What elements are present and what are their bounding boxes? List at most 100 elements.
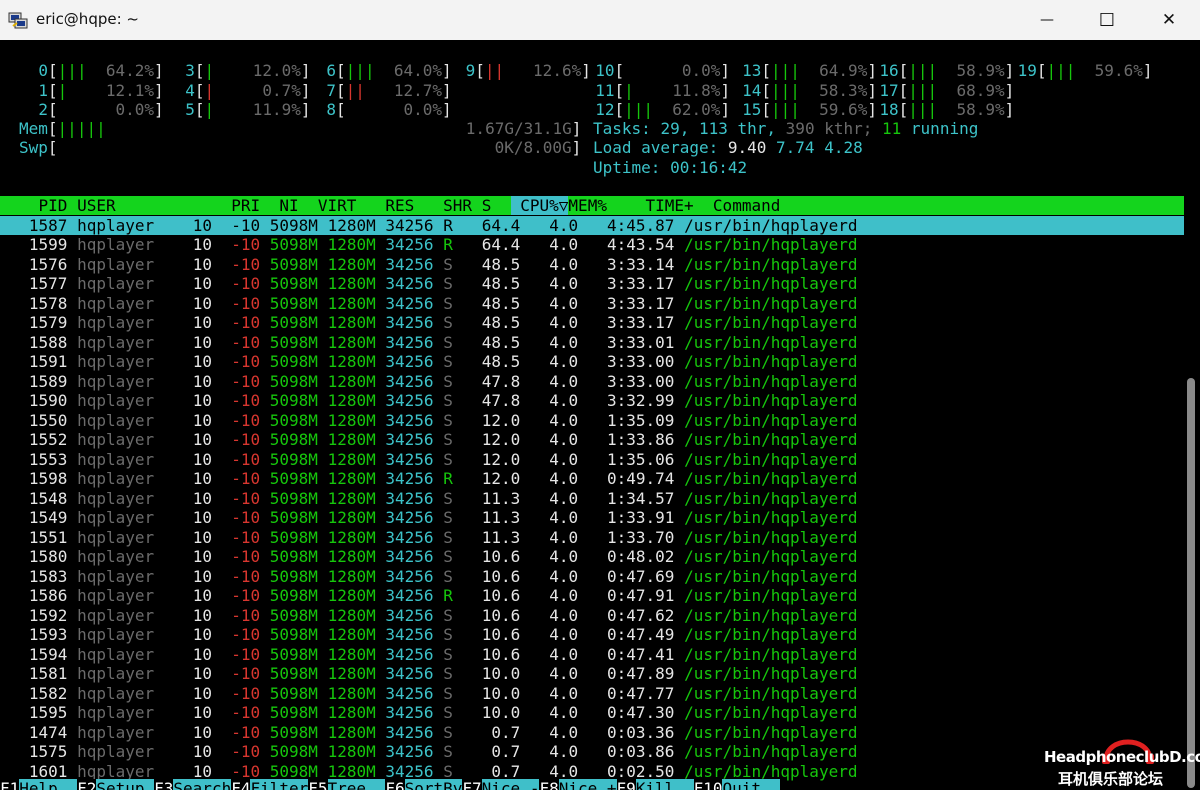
cell-pid: 1590 [28, 391, 68, 410]
table-row[interactable]: 1601 hqplayer 10 -10 5098M 1280M 34256 S… [0, 761, 858, 781]
header-mem[interactable]: MEM% [568, 196, 607, 215]
cpu-meter: 12[||| 62.0%] [595, 100, 731, 119]
table-row[interactable]: 1576 hqplayer 10 -10 5098M 1280M 34256 S… [0, 255, 858, 274]
cell-mem: 4.0 [549, 332, 579, 352]
cell-pri: 10 [192, 683, 212, 703]
table-row[interactable]: 1587 hqplayer 10 -10 5098M 1280M 34256 R… [0, 215, 1184, 235]
table-row[interactable]: 1579 hqplayer 10 -10 5098M 1280M 34256 S… [0, 313, 858, 332]
cell-virt: 5098M [269, 703, 318, 722]
close-button[interactable]: ✕ [1146, 0, 1192, 40]
maximize-button[interactable]: ☐ [1084, 0, 1130, 40]
cell-pri: 10 [192, 488, 212, 508]
header-res[interactable]: RES [385, 196, 414, 215]
fkey-f6[interactable]: F6SortBy [385, 779, 463, 790]
table-row[interactable]: 1553 hqplayer 10 -10 5098M 1280M 34256 S… [0, 450, 858, 469]
table-row[interactable]: 1578 hqplayer 10 -10 5098M 1280M 34256 S… [0, 294, 858, 313]
cell-state: S [443, 761, 453, 781]
function-key-bar[interactable]: F1Help F2Setup F3SearchF4FilterF5Tree F6… [0, 779, 1184, 790]
table-row[interactable]: 1577 hqplayer 10 -10 5098M 1280M 34256 S… [0, 274, 858, 293]
table-row[interactable]: 1595 hqplayer 10 -10 5098M 1280M 34256 S… [0, 703, 858, 722]
fkey-f8[interactable]: F8Nice + [539, 779, 617, 790]
cell-ni: -10 [231, 566, 261, 586]
header-time[interactable]: TIME+ [645, 196, 693, 215]
fkey-f4[interactable]: F4Filter [231, 779, 309, 790]
cell-pri: 10 [192, 469, 212, 488]
header-user[interactable]: USER [77, 196, 116, 215]
cpu-meter: 10[ 0.0%] [595, 61, 731, 80]
table-row[interactable]: 1549 hqplayer 10 -10 5098M 1280M 34256 S… [0, 508, 858, 527]
cell-pid: 1583 [28, 566, 68, 586]
cell-command: /usr/bin/hqplayerd [684, 332, 858, 352]
scrollbar[interactable] [1184, 40, 1200, 790]
table-row[interactable]: 1591 hqplayer 10 -10 5098M 1280M 34256 S… [0, 352, 858, 371]
table-row[interactable]: 1598 hqplayer 10 -10 5098M 1280M 34256 R… [0, 469, 858, 488]
cell-command: /usr/bin/hqplayerd [684, 469, 858, 488]
cpu-percent: 59.6% [1094, 61, 1143, 80]
fkey-f3[interactable]: F3Search [154, 779, 232, 790]
cell-cpu: 48.5 [481, 274, 521, 293]
cell-virt: 5098M [269, 644, 318, 664]
cell-virt: 5098M [269, 430, 318, 449]
table-row[interactable]: 1592 hqplayer 10 -10 5098M 1280M 34256 S… [0, 606, 858, 625]
fkey-f1[interactable]: F1Help [0, 779, 78, 790]
cpu-percent: 58.9% [956, 61, 1005, 80]
cell-shr: 34256 [385, 586, 434, 605]
table-row[interactable]: 1599 hqplayer 10 -10 5098M 1280M 34256 R… [0, 235, 858, 254]
header-ni[interactable]: NI [279, 196, 298, 215]
header-cpu-sorted[interactable]: CPU%▽ [510, 196, 569, 215]
cell-pid: 1588 [28, 332, 68, 352]
cell-pid: 1593 [28, 625, 68, 644]
cell-time: 0:49.74 [607, 469, 675, 488]
cell-virt: 5098M [269, 527, 318, 547]
fkey-label: Setup [96, 779, 145, 790]
scrollbar-thumb[interactable] [1187, 378, 1195, 788]
header-cpu[interactable]: CPU% [520, 196, 559, 215]
fkey-f5[interactable]: F5Tree [308, 779, 386, 790]
header-command[interactable]: Command [713, 196, 780, 215]
table-row[interactable]: 1589 hqplayer 10 -10 5098M 1280M 34256 S… [0, 371, 858, 391]
cell-virt: 5098M [269, 586, 318, 605]
table-row[interactable]: 1551 hqplayer 10 -10 5098M 1280M 34256 S… [0, 527, 858, 547]
table-row[interactable]: 1552 hqplayer 10 -10 5098M 1280M 34256 S… [0, 430, 858, 449]
table-row[interactable]: 1590 hqplayer 10 -10 5098M 1280M 34256 S… [0, 391, 858, 410]
table-row[interactable]: 1594 hqplayer 10 -10 5098M 1280M 34256 S… [0, 644, 858, 664]
minimize-button[interactable]: — [1024, 0, 1070, 40]
table-row[interactable]: 1580 hqplayer 10 -10 5098M 1280M 34256 S… [0, 547, 858, 566]
header-shr[interactable]: SHR [443, 196, 472, 215]
cell-user: hqplayer [77, 332, 155, 352]
cell-user: hqplayer [77, 664, 155, 683]
cell-command: /usr/bin/hqplayerd [684, 488, 858, 508]
table-row[interactable]: 1550 hqplayer 10 -10 5098M 1280M 34256 S… [0, 411, 858, 430]
header-pid[interactable]: PID [39, 196, 68, 215]
fkey-f9[interactable]: F9Kill [616, 779, 694, 790]
cell-pri: 10 [192, 352, 212, 371]
table-row[interactable]: 1588 hqplayer 10 -10 5098M 1280M 34256 S… [0, 332, 858, 352]
table-row[interactable]: 1474 hqplayer 10 -10 5098M 1280M 34256 S… [0, 723, 858, 742]
fkey-f2[interactable]: F2Setup [77, 779, 155, 790]
fkey-f10[interactable]: F10Quit [693, 779, 781, 790]
cpu-percent: 64.2% [105, 61, 155, 80]
table-row[interactable]: 1581 hqplayer 10 -10 5098M 1280M 34256 S… [0, 664, 858, 683]
cell-user: hqplayer [77, 235, 155, 254]
table-row[interactable]: 1575 hqplayer 10 -10 5098M 1280M 34256 S… [0, 742, 858, 761]
table-row[interactable]: 1583 hqplayer 10 -10 5098M 1280M 34256 S… [0, 566, 858, 586]
cell-user: hqplayer [77, 469, 155, 488]
terminal-area[interactable]: 0[||| 64.2%] 1[| 12.1%] 2[ 0.0%] 3[| 12.0%]… [0, 40, 1200, 790]
cpu-id: 9 [465, 61, 476, 80]
cell-res: 1280M [327, 644, 376, 664]
cell-mem: 4.0 [549, 508, 579, 527]
cpu-bar: ||| [345, 61, 375, 80]
cell-user: hqplayer [77, 703, 155, 722]
header-virt[interactable]: VIRT [318, 196, 357, 215]
table-header-row[interactable]: PID USER PRI NI VIRT RES SHR S CPU%▽MEM%… [0, 196, 1184, 215]
table-row[interactable]: 1593 hqplayer 10 -10 5098M 1280M 34256 S… [0, 625, 858, 644]
header-pri[interactable]: PRI [231, 196, 260, 215]
header-state[interactable]: S [482, 196, 492, 215]
table-row[interactable]: 1582 hqplayer 10 -10 5098M 1280M 34256 S… [0, 683, 858, 703]
table-row[interactable]: 1586 hqplayer 10 -10 5098M 1280M 34256 R… [0, 586, 858, 605]
cell-time: 3:33.00 [607, 371, 675, 391]
fkey-f7[interactable]: F7Nice - [462, 779, 540, 790]
table-row[interactable]: 1548 hqplayer 10 -10 5098M 1280M 34256 S… [0, 488, 858, 508]
cell-command: /usr/bin/hqplayerd [684, 508, 858, 527]
putty-icon [8, 12, 28, 29]
